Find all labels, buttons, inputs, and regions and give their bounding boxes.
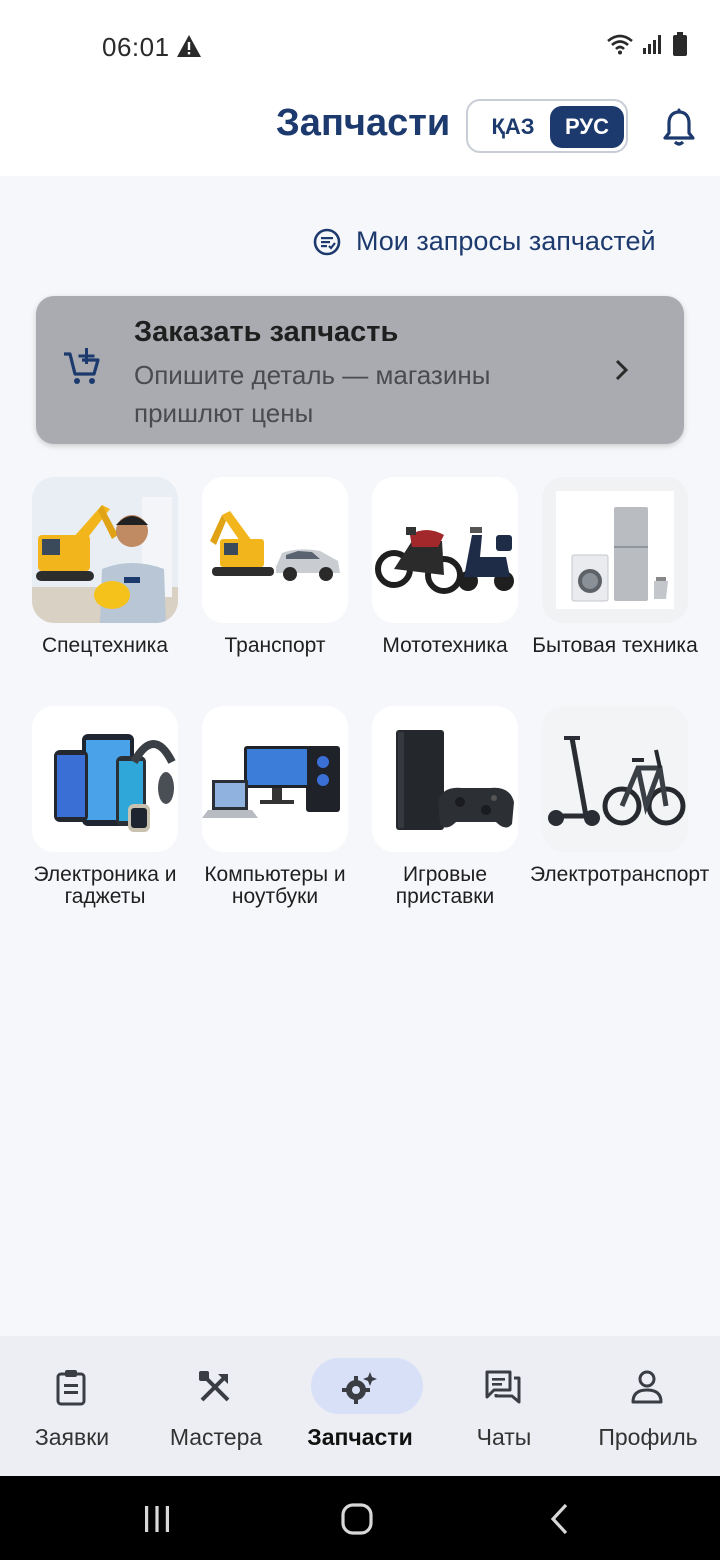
category-motorcycles[interactable]: Мототехника — [360, 477, 530, 657]
computers-image — [202, 706, 348, 852]
person-icon — [631, 1370, 663, 1404]
add-to-cart-icon — [64, 348, 100, 384]
category-label: Электротранспорт — [530, 863, 710, 886]
excavator-worker-image — [32, 477, 178, 623]
requests-list-icon — [313, 228, 341, 255]
page-title: Запчасти — [276, 102, 451, 144]
category-electric-transport[interactable]: Электротранспорт — [530, 706, 710, 886]
game-console-image — [372, 706, 518, 852]
category-game-consoles[interactable]: Игровые приставки — [360, 706, 530, 908]
app-header: Запчасти ҚАЗ РУС — [0, 90, 720, 176]
nav-label: Профиль — [598, 1424, 698, 1450]
tools-icon — [199, 1371, 230, 1402]
status-icons — [606, 32, 688, 56]
home-icon[interactable] — [340, 1502, 374, 1536]
category-label: Мототехника — [382, 634, 508, 657]
system-navigation-bar — [0, 1476, 720, 1560]
nav-label: Мастера — [169, 1424, 263, 1450]
back-icon[interactable] — [548, 1502, 572, 1536]
nav-chats[interactable]: Чаты — [432, 1336, 576, 1476]
clipboard-icon — [56, 1370, 86, 1406]
nav-parts[interactable]: Запчасти — [288, 1336, 432, 1476]
status-bar: 06:01 — [0, 0, 720, 90]
nav-label: Запчасти — [307, 1424, 413, 1450]
nav-profile[interactable]: Профиль — [576, 1336, 720, 1476]
nav-masters[interactable]: Мастера — [144, 1336, 288, 1476]
category-label: Спецтехника — [42, 634, 168, 657]
recent-apps-icon[interactable] — [142, 1504, 172, 1534]
order-card-subtitle: Опишите деталь — магазины пришлют цены — [134, 360, 491, 428]
category-label: Транспорт — [224, 634, 326, 657]
home-appliances-image — [542, 477, 688, 623]
category-label: Компьютеры и ноутбуки — [204, 863, 346, 908]
nav-label: Заявки — [34, 1424, 110, 1450]
my-requests-link[interactable]: Мои запросы запчастей — [312, 226, 656, 257]
signal-icon — [643, 35, 661, 54]
chevron-right-icon — [615, 359, 629, 381]
excavator-car-image — [202, 477, 348, 623]
category-label: Электроника и гаджеты — [33, 863, 177, 908]
category-transport[interactable]: Транспорт — [190, 477, 360, 657]
order-card-title: Заказать запчасть — [134, 316, 399, 348]
gear-sparkle-icon — [342, 1372, 377, 1404]
bottom-navigation: Заявки Мастера Запчасти Чаты Профиль — [0, 1336, 720, 1476]
nav-label: Чаты — [476, 1424, 532, 1450]
lang-rus-button[interactable]: РУС — [550, 106, 624, 148]
screen: 06:01 Запчасти ҚАЗ РУС Мои запросы запча… — [0, 0, 720, 1560]
wifi-icon — [607, 34, 633, 55]
notifications-bell-icon[interactable] — [660, 108, 698, 148]
category-home-appliances[interactable]: Бытовая техника — [530, 477, 700, 657]
battery-icon — [673, 32, 687, 56]
category-label: Бытовая техника — [532, 634, 698, 657]
nav-requests[interactable]: Заявки — [0, 1336, 144, 1476]
status-time: 06:01 — [102, 32, 170, 62]
category-special-machinery[interactable]: Спецтехника — [20, 477, 190, 657]
lang-kaz-button[interactable]: ҚАЗ — [478, 108, 548, 146]
category-label: Игровые приставки — [395, 863, 495, 908]
warning-icon — [177, 35, 201, 57]
my-requests-label: Мои запросы запчастей — [356, 226, 656, 256]
electric-transport-image — [542, 706, 688, 852]
order-part-card[interactable]: Заказать запчасть Опишите деталь — магаз… — [36, 296, 684, 444]
language-switch: ҚАЗ РУС — [466, 99, 628, 153]
gadgets-image — [32, 706, 178, 852]
category-computers[interactable]: Компьютеры и ноутбуки — [190, 706, 360, 908]
motorcycle-scooter-image — [372, 477, 518, 623]
chat-icon — [485, 1370, 521, 1404]
category-electronics[interactable]: Электроника и гаджеты — [20, 706, 190, 908]
